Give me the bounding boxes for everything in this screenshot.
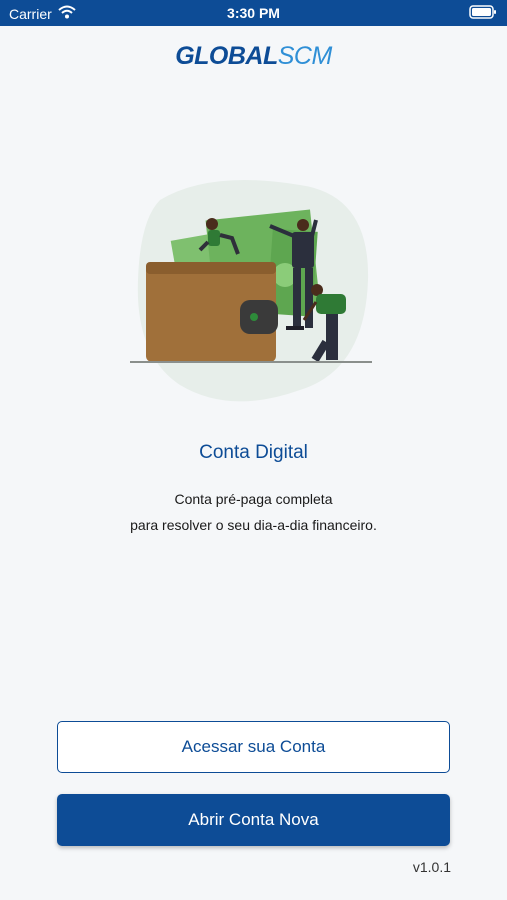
page-title: Conta Digital (199, 442, 308, 463)
subtitle-line-2: para resolver o seu dia-a-dia financeiro… (130, 517, 377, 533)
page-subtitle: Conta pré-paga completa para resolver o … (0, 486, 507, 538)
wallet-illustration (120, 170, 390, 410)
brand-logo-part1: GLOBAL (175, 42, 278, 70)
subtitle-line-1: Conta pré-paga completa (174, 491, 333, 507)
brand-logo: GLOBALSCM (0, 42, 507, 71)
app-version: v1.0.1 (412, 859, 451, 875)
status-bar: Carrier 3:30 PM (0, 0, 507, 26)
battery-icon (469, 5, 497, 22)
login-button[interactable]: Acessar sua Conta (57, 721, 450, 773)
open-account-button[interactable]: Abrir Conta Nova (57, 794, 450, 846)
status-time: 3:30 PM (227, 5, 280, 21)
brand-logo-part2: SCM (277, 42, 333, 70)
